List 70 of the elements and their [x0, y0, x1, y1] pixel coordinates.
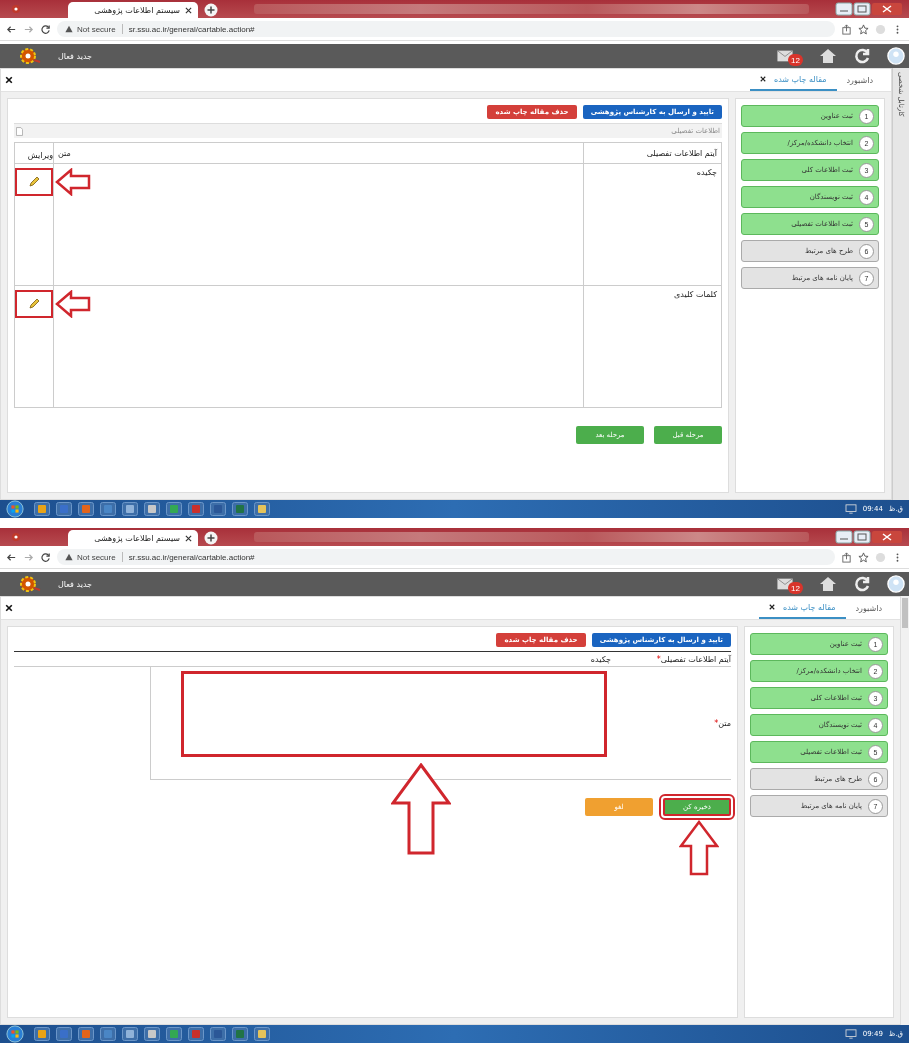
- browser-tab[interactable]: سیستم اطلاعات پژوهشی: [68, 2, 198, 18]
- browser-tab[interactable]: سیستم اطلاعات پژوهشی: [68, 530, 198, 546]
- column-header: ویرایش: [26, 149, 53, 162]
- window-controls-icon[interactable]: [835, 530, 905, 544]
- arrow-icon: [391, 763, 451, 855]
- page-tab[interactable]: داشبورد: [836, 69, 883, 91]
- table-cell: چکیده: [583, 164, 721, 285]
- new-tab-icon[interactable]: [204, 3, 218, 17]
- app-icon[interactable]: [254, 1027, 270, 1041]
- app-icon[interactable]: [34, 502, 50, 516]
- close-icon[interactable]: [768, 604, 775, 610]
- pencil-icon: [28, 176, 40, 188]
- home-icon[interactable]: [819, 47, 837, 65]
- network-icon[interactable]: [844, 504, 857, 514]
- field-label: متن: [718, 718, 731, 728]
- required-mark: *: [656, 654, 661, 664]
- close-icon[interactable]: [185, 6, 192, 14]
- star-icon[interactable]: [858, 551, 869, 563]
- close-icon[interactable]: [185, 534, 192, 542]
- share-icon[interactable]: [841, 23, 852, 35]
- column-header: آیتم اطلاعات تفصیلی: [583, 143, 721, 163]
- home-icon[interactable]: [819, 575, 837, 593]
- start-button-icon[interactable]: [6, 500, 24, 518]
- user-avatar-icon[interactable]: [887, 47, 905, 65]
- arrow-icon: [55, 290, 91, 318]
- app-icon[interactable]: [144, 502, 160, 516]
- address-field[interactable]: Not secure sr.ssu.ac.ir/general/cartable.action#: [57, 21, 835, 37]
- notification-badge: 12: [788, 54, 803, 66]
- edit-button[interactable]: [15, 168, 53, 196]
- close-icon[interactable]: [5, 604, 13, 612]
- app-icon[interactable]: [122, 1027, 138, 1041]
- table-cell: کلمات کلیدی: [583, 286, 721, 407]
- document-icon: [16, 126, 23, 136]
- app-icon[interactable]: [122, 502, 138, 516]
- app-title: جدید فعال: [58, 51, 93, 61]
- field-label: آیتم اطلاعات تفصیلی: [660, 654, 731, 664]
- close-icon[interactable]: [5, 76, 13, 84]
- edit-button[interactable]: [15, 290, 53, 318]
- app-icon[interactable]: [210, 502, 226, 516]
- new-tab-icon[interactable]: [204, 531, 218, 545]
- arrow-icon: [679, 820, 719, 876]
- text-area[interactable]: [181, 671, 607, 757]
- column-header: متن: [53, 143, 583, 163]
- reload-icon[interactable]: [40, 23, 51, 35]
- refresh-icon[interactable]: [853, 575, 871, 593]
- address-field[interactable]: Not secure sr.ssu.ac.ir/general/cartable.action#: [57, 549, 835, 565]
- app-icon[interactable]: [144, 1027, 160, 1041]
- network-icon[interactable]: [844, 1029, 857, 1039]
- page-tab[interactable]: داشبورد: [845, 597, 892, 619]
- mail-button[interactable]: 12: [777, 46, 803, 66]
- notification-badge: 12: [788, 582, 803, 594]
- close-icon[interactable]: [759, 76, 766, 82]
- user-avatar-icon[interactable]: [887, 575, 905, 593]
- arrow-icon: [55, 168, 91, 196]
- app-icon[interactable]: [210, 1027, 226, 1041]
- window-controls-icon[interactable]: [835, 2, 905, 16]
- warning-icon: [65, 553, 73, 561]
- warning-icon: [65, 25, 73, 33]
- field-value: چکیده: [590, 654, 611, 664]
- star-icon[interactable]: [858, 23, 869, 35]
- mail-button[interactable]: 12: [777, 574, 803, 594]
- pencil-icon: [28, 298, 40, 310]
- required-mark: *: [714, 718, 719, 728]
- start-button-icon[interactable]: [6, 1025, 24, 1043]
- app-icon[interactable]: [34, 1027, 50, 1041]
- refresh-icon[interactable]: [853, 47, 871, 65]
- app-title: جدید فعال: [58, 579, 93, 589]
- reload-icon[interactable]: [40, 551, 51, 563]
- app-icon[interactable]: [254, 502, 270, 516]
- share-icon[interactable]: [841, 551, 852, 563]
